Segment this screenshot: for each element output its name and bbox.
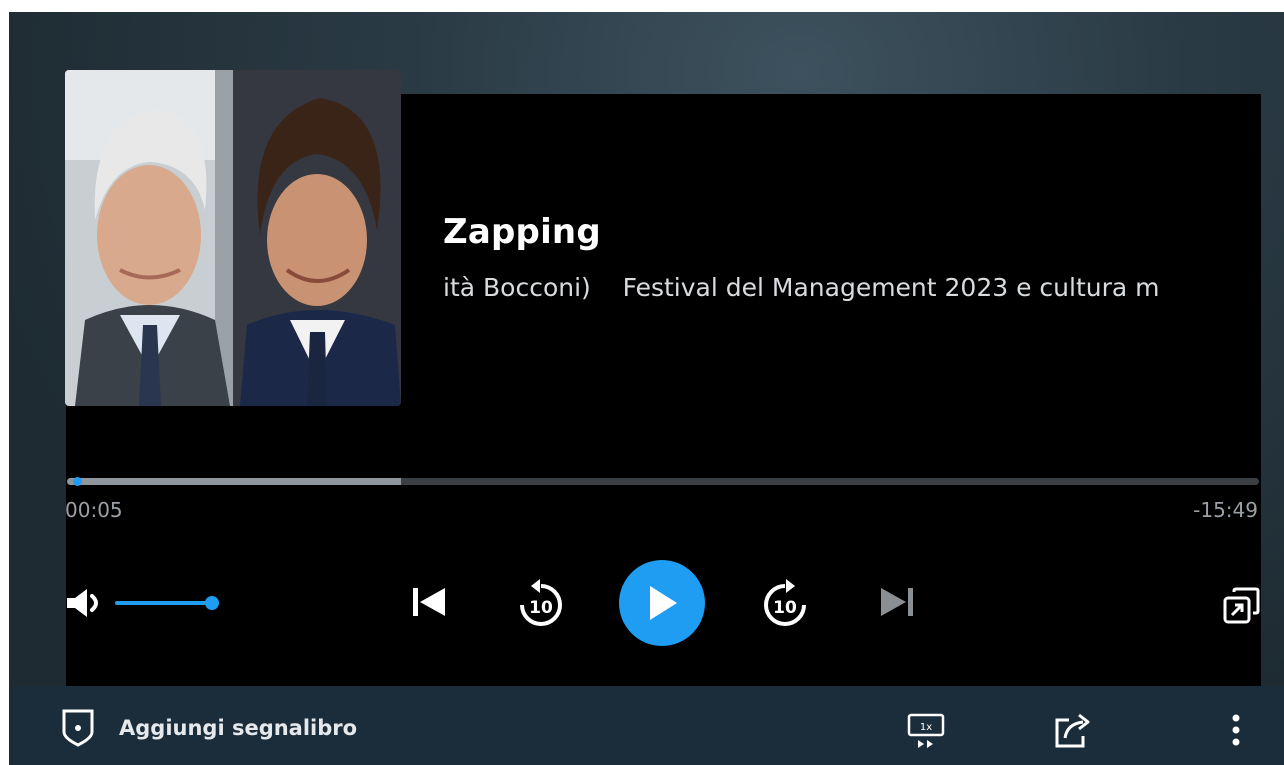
playback-speed-label: 1x bbox=[920, 722, 932, 733]
episode-cover-image bbox=[65, 70, 401, 406]
volume-slider-handle[interactable] bbox=[205, 596, 219, 610]
share-icon[interactable] bbox=[1053, 712, 1093, 750]
playback-speed-button[interactable]: 1x bbox=[906, 712, 946, 752]
replay-10-icon[interactable]: 10 bbox=[518, 578, 564, 628]
replay-10-label: 10 bbox=[529, 598, 553, 618]
play-icon bbox=[650, 586, 677, 620]
progress-handle[interactable] bbox=[72, 477, 82, 486]
add-bookmark-button[interactable]: Aggiungi segnalibro bbox=[119, 716, 357, 740]
progress-buffered bbox=[67, 478, 401, 485]
episode-title: Zapping bbox=[443, 212, 601, 252]
forward-10-label: 10 bbox=[773, 598, 797, 618]
popout-icon[interactable] bbox=[1222, 586, 1262, 626]
remaining-time: -15:49 bbox=[1193, 498, 1258, 522]
episode-subtitle: ità Bocconi) Festival del Management 202… bbox=[443, 273, 1160, 302]
current-time: 00:05 bbox=[65, 498, 123, 522]
volume-slider-track[interactable] bbox=[115, 601, 211, 605]
volume-icon[interactable] bbox=[65, 587, 105, 619]
skip-previous-icon[interactable] bbox=[411, 586, 447, 618]
more-options-icon[interactable] bbox=[1229, 712, 1243, 748]
play-button[interactable] bbox=[619, 560, 705, 646]
bookmark-icon[interactable] bbox=[61, 708, 95, 748]
player-frame: Zapping ità Bocconi) Festival del Manage… bbox=[9, 12, 1284, 765]
forward-10-icon[interactable]: 10 bbox=[762, 578, 808, 628]
skip-next-icon[interactable] bbox=[879, 586, 915, 618]
episode-subtitle-marquee: ità Bocconi) Festival del Management 202… bbox=[443, 268, 1261, 308]
progress-bar[interactable] bbox=[67, 478, 1259, 485]
